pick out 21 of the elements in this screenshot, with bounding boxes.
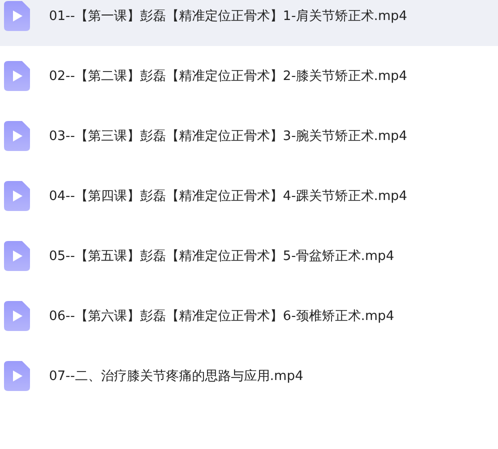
file-row[interactable]: 04--【第四课】彭磊【精准定位正骨术】4-踝关节矫正术.mp4 [0,166,498,226]
file-name: 03--【第三课】彭磊【精准定位正骨术】3-腕关节矫正术.mp4 [49,128,408,145]
file-name: 02--【第二课】彭磊【精准定位正骨术】2-膝关节矫正术.mp4 [49,68,408,85]
video-file-icon [4,121,30,151]
file-row[interactable]: 03--【第三课】彭磊【精准定位正骨术】3-腕关节矫正术.mp4 [0,106,498,166]
video-file-icon [4,301,30,331]
file-name: 04--【第四课】彭磊【精准定位正骨术】4-踝关节矫正术.mp4 [49,188,408,205]
file-row[interactable]: 05--【第五课】彭磊【精准定位正骨术】5-骨盆矫正术.mp4 [0,226,498,286]
file-name: 01--【第一课】彭磊【精准定位正骨术】1-肩关节矫正术.mp4 [49,8,408,25]
file-name: 07--二、治疗膝关节疼痛的思路与应用.mp4 [49,368,304,385]
video-file-icon [4,1,30,31]
video-file-icon [4,61,30,91]
video-file-icon [4,181,30,211]
file-row[interactable]: 07--二、治疗膝关节疼痛的思路与应用.mp4 [0,346,498,406]
file-name: 06--【第六课】彭磊【精准定位正骨术】6-颈椎矫正术.mp4 [49,308,394,325]
file-name: 05--【第五课】彭磊【精准定位正骨术】5-骨盆矫正术.mp4 [49,248,394,265]
video-file-icon [4,361,30,391]
file-row[interactable]: 02--【第二课】彭磊【精准定位正骨术】2-膝关节矫正术.mp4 [0,46,498,106]
file-row[interactable]: 01--【第一课】彭磊【精准定位正骨术】1-肩关节矫正术.mp4 [0,0,498,46]
video-file-icon [4,241,30,271]
file-row[interactable]: 06--【第六课】彭磊【精准定位正骨术】6-颈椎矫正术.mp4 [0,286,498,346]
